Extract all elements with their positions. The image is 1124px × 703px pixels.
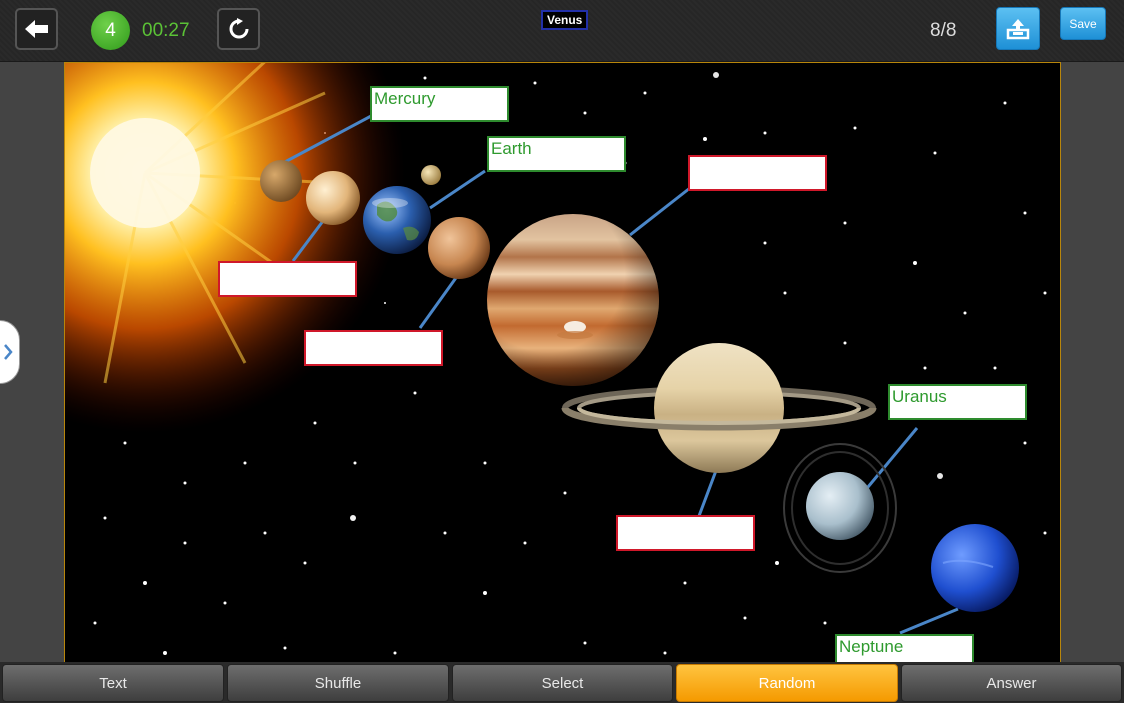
jupiter-planet (487, 214, 659, 386)
label-earth[interactable]: Earth (487, 136, 626, 172)
top-toolbar: 4 00:27 Venus 8/8 Save (0, 0, 1124, 62)
label-uranus[interactable]: Uranus (888, 384, 1027, 420)
progress-counter: 8/8 (930, 20, 957, 41)
venus-planet (306, 171, 360, 225)
tab-random[interactable]: Random (676, 664, 898, 702)
export-button[interactable] (996, 7, 1040, 50)
chevron-right-icon (4, 344, 13, 360)
app-window: 4 00:27 Venus 8/8 Save Mercury Earth Ura… (0, 0, 1124, 703)
solar-system-canvas: Mercury Earth Uranus Neptune (64, 62, 1061, 662)
label-slot-mars[interactable] (304, 330, 443, 366)
mars-planet (428, 217, 490, 279)
reset-button[interactable] (217, 8, 260, 50)
upload-tray-icon (1006, 18, 1030, 39)
back-button[interactable] (15, 8, 58, 50)
timer: 00:27 (142, 20, 190, 41)
arrow-left-icon (24, 20, 48, 38)
current-drag-label[interactable]: Venus (541, 10, 589, 30)
earth-moon (421, 165, 441, 185)
mercury-planet (260, 160, 302, 202)
label-slot-venus[interactable] (218, 261, 357, 297)
label-slot-jupiter[interactable] (688, 155, 827, 191)
label-mercury[interactable]: Mercury (370, 86, 509, 122)
tab-text[interactable]: Text (2, 664, 224, 702)
tab-answer[interactable]: Answer (901, 664, 1122, 702)
neptune-planet (931, 524, 1019, 612)
score-badge: 4 (91, 11, 130, 50)
tab-select[interactable]: Select (452, 664, 673, 702)
tab-shuffle[interactable]: Shuffle (227, 664, 449, 702)
side-panel-toggle[interactable] (0, 320, 20, 384)
save-button[interactable]: Save (1060, 7, 1106, 40)
label-neptune[interactable]: Neptune (835, 634, 974, 662)
earth-planet (363, 186, 431, 254)
refresh-icon (229, 18, 248, 39)
label-slot-saturn[interactable] (616, 515, 755, 551)
bottom-toolbar: Text Shuffle Select Random Answer (0, 662, 1124, 703)
